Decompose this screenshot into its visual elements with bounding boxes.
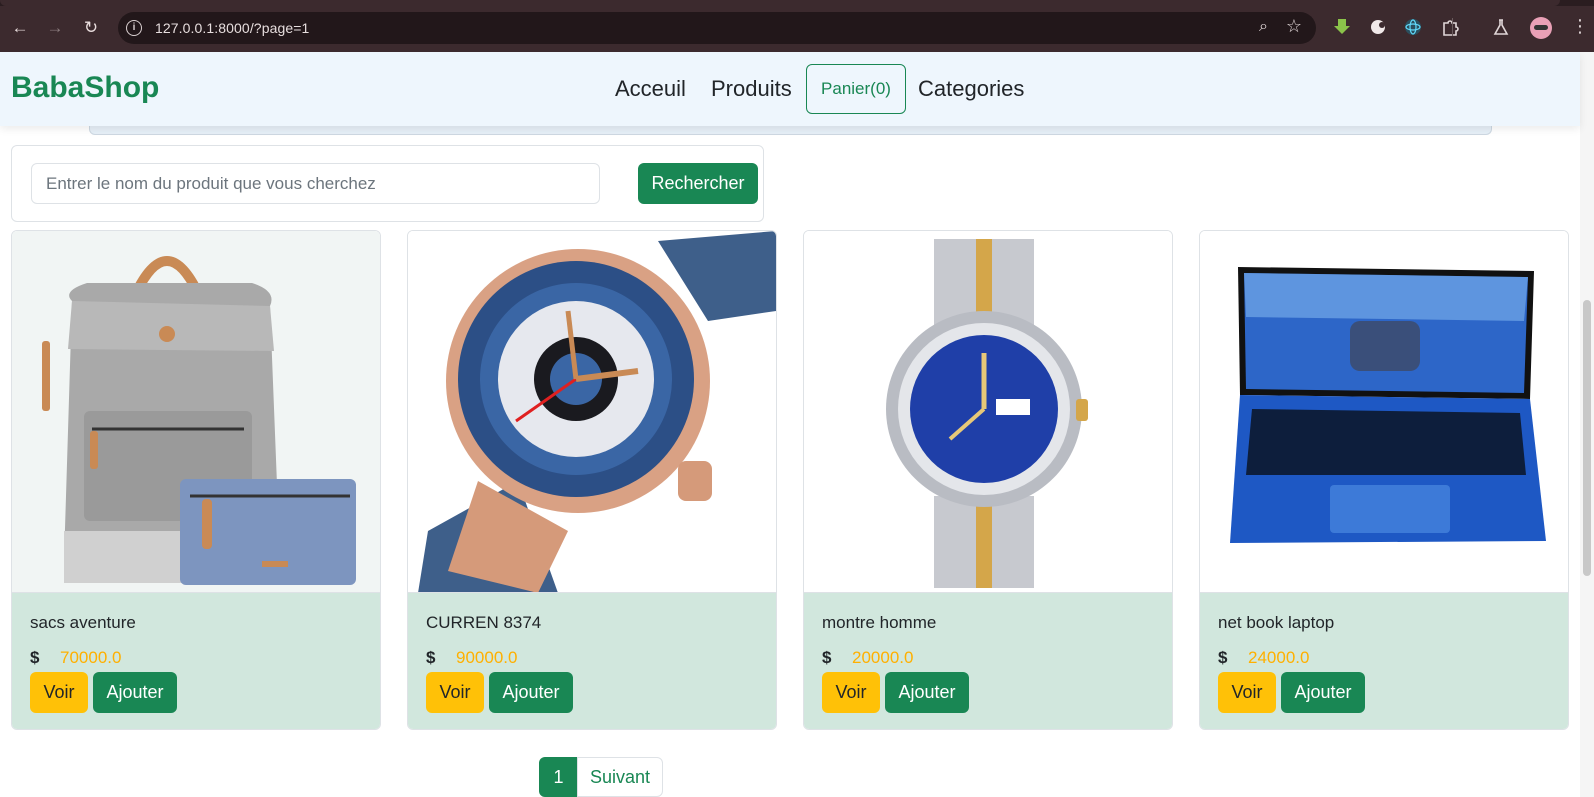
react-devtools-icon[interactable]: [1403, 17, 1423, 37]
page-1-button[interactable]: 1: [539, 757, 578, 797]
download-extension-icon[interactable]: [1332, 17, 1352, 37]
reload-icon[interactable]: ↻: [79, 16, 103, 40]
product-card: net book laptop $ 24000.0 Voir Ajouter: [1199, 230, 1569, 730]
product-price: 70000.0: [60, 648, 122, 667]
search-button[interactable]: Rechercher: [638, 163, 758, 204]
page-scrollbar[interactable]: [1580, 52, 1594, 797]
view-button[interactable]: Voir: [1218, 672, 1276, 713]
bookmark-star-icon[interactable]: ☆: [1286, 16, 1302, 37]
product-name: montre homme: [822, 613, 937, 632]
page-viewport: BabaShop Acceuil Produits Panier(0) Cate…: [0, 52, 1594, 797]
cookie-extension-icon[interactable]: [1368, 17, 1388, 37]
product-card-body: CURREN 8374 $ 90000.0 Voir Ajouter: [408, 593, 776, 729]
tab-strip: [0, 0, 1594, 6]
view-button[interactable]: Voir: [822, 672, 880, 713]
brand-logo[interactable]: BabaShop: [11, 71, 159, 105]
product-name: net book laptop: [1218, 613, 1335, 632]
zoom-icon[interactable]: ⌕: [1259, 18, 1268, 36]
search-form: Rechercher: [11, 145, 764, 222]
product-image-montre[interactable]: [804, 231, 1172, 593]
product-price: 90000.0: [456, 648, 518, 667]
url-text[interactable]: 127.0.0.1:8000/?page=1: [155, 20, 309, 36]
browser-toolbar: ← → ↻ i 127.0.0.1:8000/?page=1 ⌕ ☆ ⋮: [0, 0, 1594, 52]
product-card: montre homme $ 20000.0 Voir Ajouter: [803, 230, 1173, 730]
product-image-laptop[interactable]: [1200, 231, 1568, 593]
labs-flask-icon[interactable]: [1491, 17, 1511, 37]
product-name: sacs aventure: [30, 613, 136, 632]
nav-link-acceuil[interactable]: Acceuil: [615, 76, 686, 102]
product-image-backpack[interactable]: [12, 231, 380, 593]
address-bar[interactable]: i 127.0.0.1:8000/?page=1 ⌕ ☆: [118, 12, 1316, 44]
cart-button[interactable]: Panier(0): [806, 64, 906, 114]
toolbar-divider: [1452, 18, 1453, 36]
add-to-cart-button[interactable]: Ajouter: [1281, 672, 1365, 713]
scrollbar-thumb[interactable]: [1583, 300, 1591, 576]
product-card: sacs aventure $ 70000.0 Voir Ajouter: [11, 230, 381, 730]
profile-avatar-icon[interactable]: [1530, 17, 1552, 39]
product-image-curren-watch[interactable]: [408, 231, 776, 593]
add-to-cart-button[interactable]: Ajouter: [885, 672, 969, 713]
view-button[interactable]: Voir: [30, 672, 88, 713]
extensions-puzzle-icon[interactable]: [1440, 17, 1460, 37]
product-card-body: montre homme $ 20000.0 Voir Ajouter: [804, 593, 1172, 729]
product-price: 20000.0: [852, 648, 914, 667]
back-icon[interactable]: ←: [8, 16, 32, 40]
next-page-button[interactable]: Suivant: [577, 757, 663, 797]
search-input[interactable]: [31, 163, 600, 204]
product-price: 24000.0: [1248, 648, 1310, 667]
product-card-body: net book laptop $ 24000.0 Voir Ajouter: [1200, 593, 1568, 729]
forward-icon[interactable]: →: [43, 16, 67, 40]
view-button[interactable]: Voir: [426, 672, 484, 713]
product-card: CURREN 8374 $ 90000.0 Voir Ajouter: [407, 230, 777, 730]
site-navbar: BabaShop Acceuil Produits Panier(0) Cate…: [0, 52, 1580, 126]
nav-link-categories[interactable]: Categories: [918, 76, 1024, 102]
browser-menu-icon[interactable]: ⋮: [1571, 16, 1589, 36]
price-currency: $: [822, 648, 832, 667]
add-to-cart-button[interactable]: Ajouter: [489, 672, 573, 713]
price-currency: $: [426, 648, 436, 667]
product-card-body: sacs aventure $ 70000.0 Voir Ajouter: [12, 593, 380, 729]
site-info-icon[interactable]: i: [126, 20, 142, 36]
product-name: CURREN 8374: [426, 613, 542, 632]
nav-link-produits[interactable]: Produits: [711, 76, 792, 102]
add-to-cart-button[interactable]: Ajouter: [93, 672, 177, 713]
price-currency: $: [30, 648, 40, 667]
price-currency: $: [1218, 648, 1228, 667]
